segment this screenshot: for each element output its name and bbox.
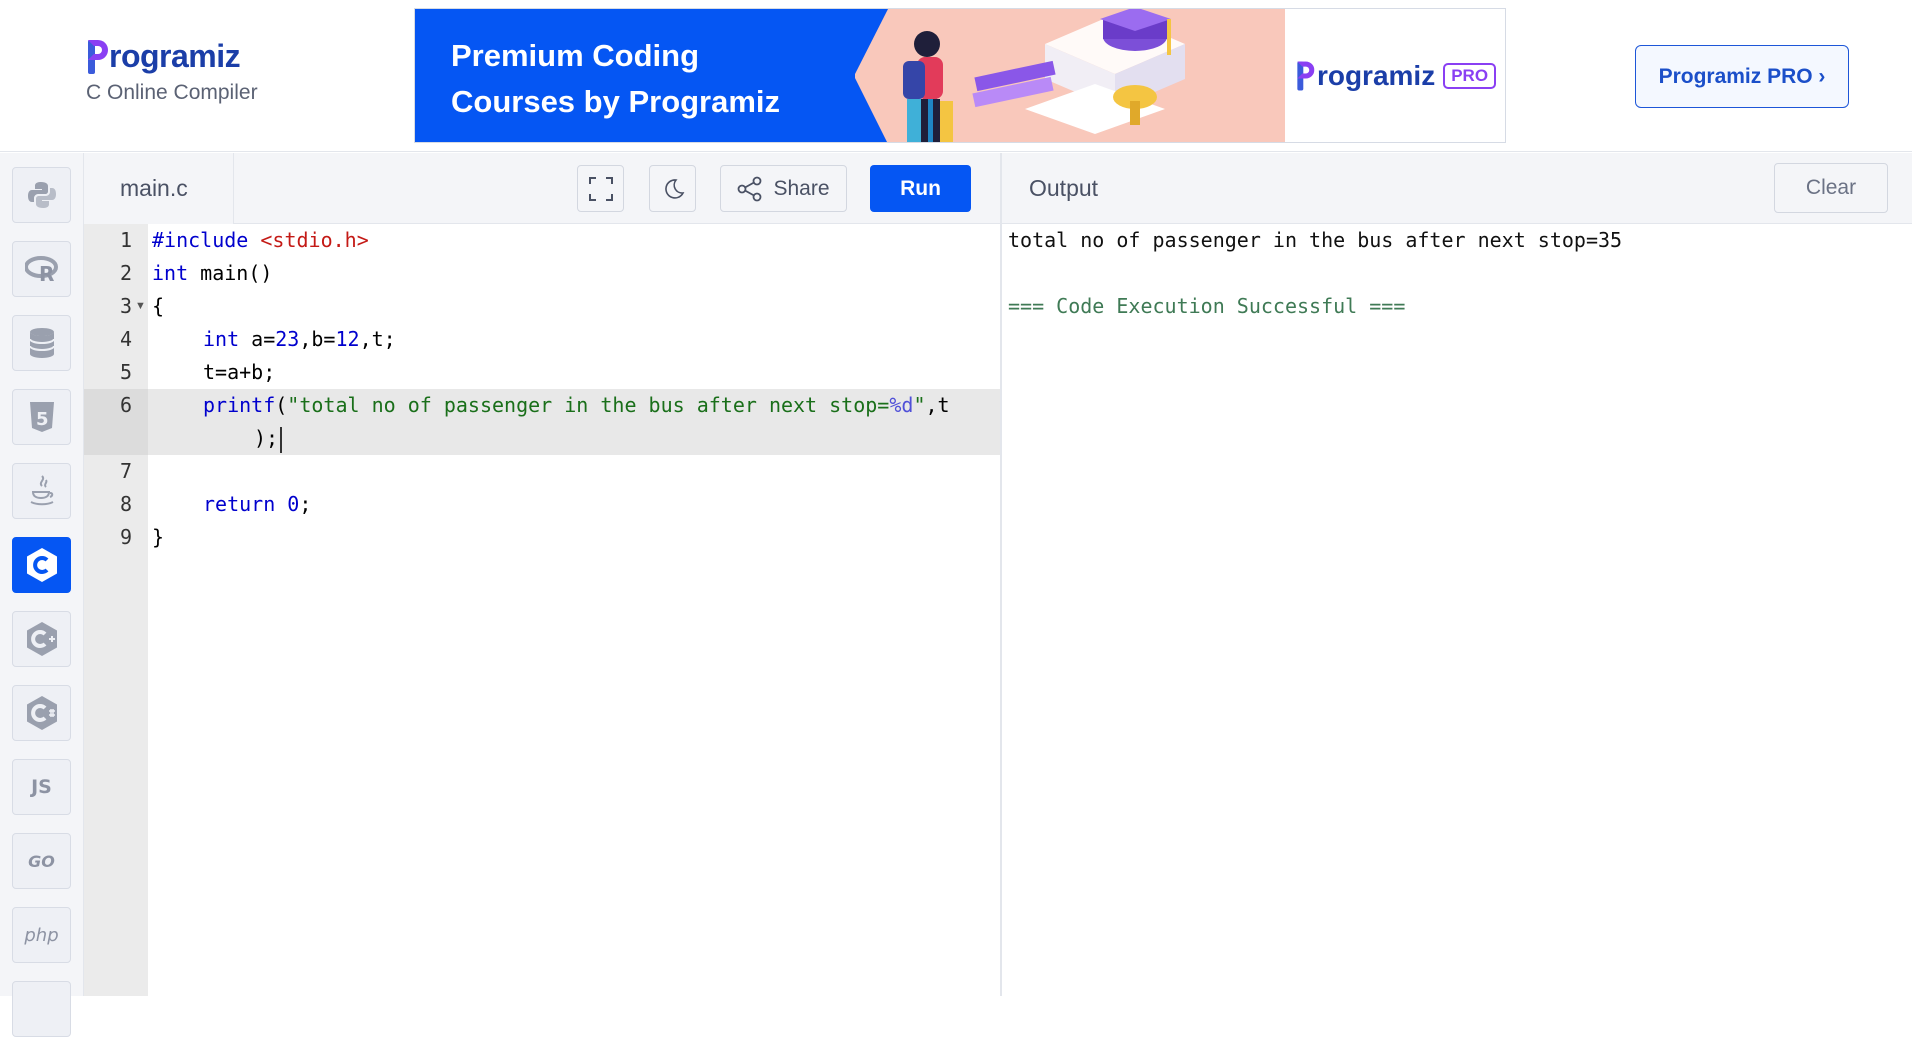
run-button[interactable]: Run (870, 165, 971, 212)
programiz-pro-button[interactable]: Programiz PRO › (1635, 45, 1849, 108)
language-php-button[interactable]: php (12, 907, 71, 963)
line-number: 4 (119, 327, 132, 351)
code-line-9: } (152, 525, 165, 549)
file-tab-main-c[interactable]: main.c (84, 153, 234, 224)
code-line-4: int a=23,b=12,t; (203, 327, 396, 351)
share-icon (738, 176, 762, 201)
output-console[interactable]: total no of passenger in the bus after n… (1002, 224, 1912, 996)
top-header: rogramiz C Online Compiler Premium Codin… (0, 0, 1912, 152)
share-label: Share (773, 176, 830, 200)
page-subtitle: C Online Compiler (86, 81, 258, 104)
banner-illustration (854, 9, 1285, 142)
line-number: 1 (119, 228, 132, 252)
language-python-button[interactable] (12, 167, 71, 223)
fullscreen-button[interactable] (577, 165, 624, 212)
programiz-pro-logo-icon (1296, 61, 1315, 90)
editor-toolbar: main.c Share Run (84, 153, 1002, 224)
code-line-6: printf("total no of passenger in the bus… (203, 393, 950, 417)
line-number-gutter: 1 2 3 4 5 6 7 8 9 (84, 224, 148, 996)
go-icon: GO (28, 851, 55, 871)
file-tab-label: main.c (120, 175, 188, 201)
moon-icon (664, 178, 684, 199)
output-line-success: === Code Execution Successful === (1008, 294, 1406, 318)
programiz-pro-logo: rogramiz PRO (1294, 59, 1497, 93)
language-javascript-button[interactable]: JS (12, 759, 71, 815)
banner-line-1: Premium Coding (451, 38, 700, 73)
line-number: 7 (119, 459, 132, 483)
c-language-icon (26, 548, 57, 582)
line-number: 5 (119, 360, 132, 384)
fullscreen-icon (588, 176, 613, 201)
logo-text: rogramiz (109, 38, 241, 74)
pro-badge: PRO (1443, 62, 1497, 89)
language-html-button[interactable]: 5 (12, 389, 71, 445)
banner-brand: rogramiz (1316, 59, 1436, 91)
html5-icon: 5 (29, 402, 54, 432)
code-line-5: t=a+b; (203, 360, 276, 384)
text-cursor (280, 426, 283, 453)
line-number: 8 (119, 492, 132, 516)
php-icon: php (24, 924, 59, 946)
line-number: 9 (119, 525, 132, 549)
code-line-2: int main() (152, 261, 273, 285)
banner-line-2: Courses by Programiz (451, 84, 781, 119)
javascript-icon: JS (31, 776, 52, 798)
cpp-icon (26, 622, 57, 656)
language-go-button[interactable]: GO (12, 833, 71, 889)
csharp-icon (26, 696, 57, 730)
language-more-button[interactable] (12, 981, 71, 1037)
programiz-logo-icon (86, 39, 108, 74)
java-icon (30, 475, 53, 506)
fold-arrow-icon[interactable]: ▼ (135, 290, 146, 323)
language-sql-button[interactable] (12, 315, 71, 371)
output-line-blank (1008, 257, 1912, 290)
svg-text:R: R (39, 262, 54, 283)
line-number: 2 (119, 261, 132, 285)
share-button[interactable]: Share (720, 165, 847, 212)
code-line-6-wrap: ); (254, 422, 283, 455)
programiz-logo[interactable]: rogramiz C Online Compiler (86, 38, 258, 105)
language-r-button[interactable]: R (12, 241, 71, 297)
dark-mode-button[interactable] (649, 165, 696, 212)
svg-text:5: 5 (36, 409, 49, 430)
language-sidebar: R 5 JS GO php (0, 153, 84, 1037)
language-csharp-button[interactable] (12, 685, 71, 741)
database-icon (28, 328, 55, 358)
r-icon: R (24, 256, 58, 283)
promo-banner[interactable]: Premium Coding Courses by Programiz rogr… (414, 8, 1506, 143)
line-number: 6 (84, 389, 148, 455)
language-c-button[interactable] (12, 537, 71, 593)
output-title: Output (1029, 175, 1099, 201)
code-line-8: return 0; (203, 492, 312, 516)
language-cpp-button[interactable] (12, 611, 71, 667)
code-line-1: #include <stdio.h> (152, 228, 369, 252)
language-java-button[interactable] (12, 463, 71, 519)
python-icon (27, 182, 56, 208)
code-line-3: { (152, 294, 165, 318)
output-line-result: total no of passenger in the bus after n… (1008, 228, 1623, 252)
clear-button[interactable]: Clear (1774, 163, 1888, 213)
output-toolbar: Output Clear (1002, 153, 1912, 224)
code-editor[interactable]: #include <stdio.h> int main() { int a=23… (148, 224, 1000, 996)
